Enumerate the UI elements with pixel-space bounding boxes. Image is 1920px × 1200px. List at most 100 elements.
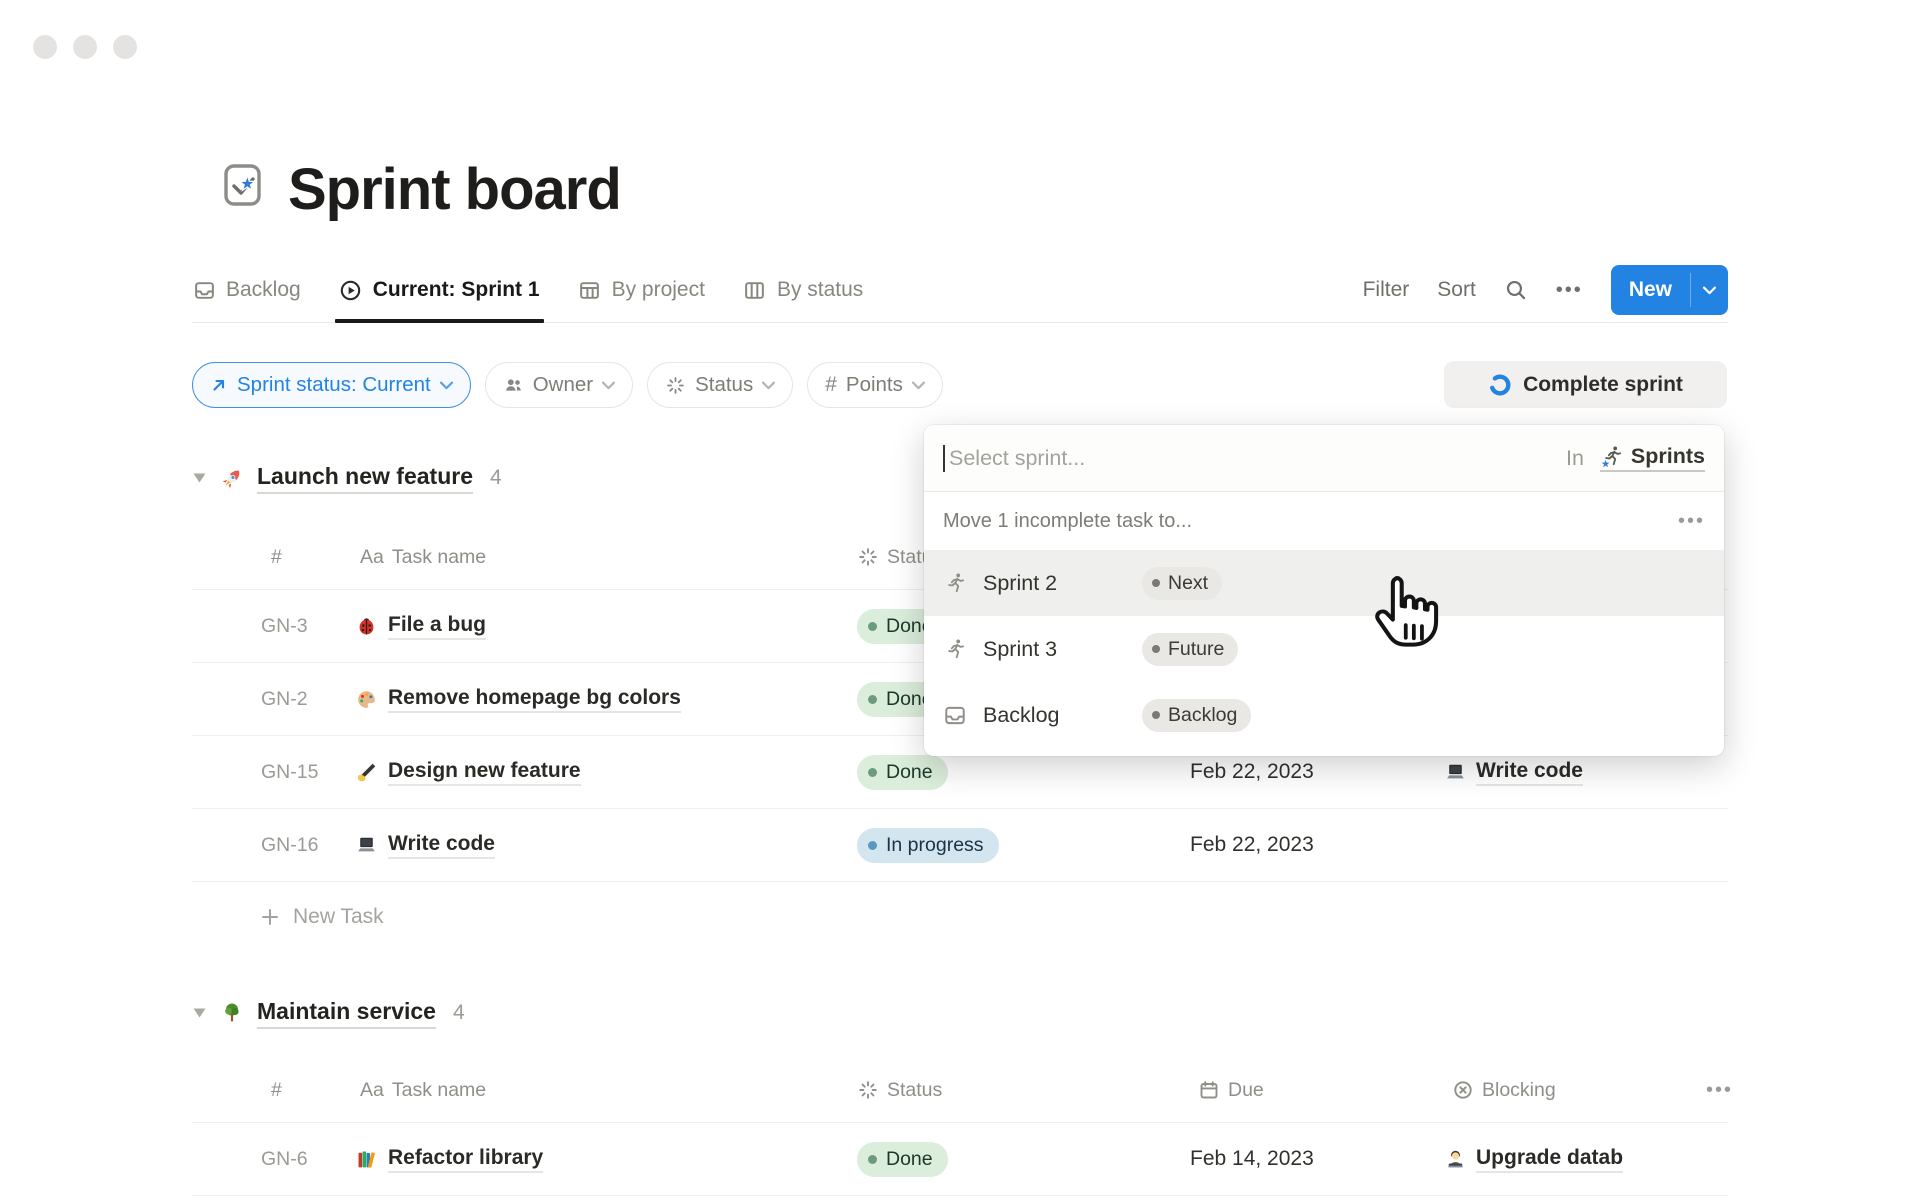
laptop-emoji bbox=[354, 833, 378, 857]
chevron-down-icon bbox=[912, 381, 925, 390]
tab-by-project[interactable]: By project bbox=[578, 258, 705, 322]
move-hint-row: Move 1 incomplete task to... ••• bbox=[924, 492, 1724, 550]
refresh-circle-icon bbox=[1488, 373, 1512, 397]
task-title-link[interactable]: File a bug bbox=[388, 613, 486, 640]
laptop-emoji bbox=[1443, 760, 1467, 784]
task-id: GN-15 bbox=[261, 736, 353, 808]
spinner-icon bbox=[665, 375, 686, 396]
chevron-down-icon bbox=[762, 381, 775, 390]
status-cell[interactable]: Done bbox=[857, 1123, 1187, 1195]
arrow-up-right-icon bbox=[210, 376, 228, 394]
complete-sprint-button[interactable]: Complete sprint bbox=[1444, 361, 1727, 408]
owner-filter-chip[interactable]: Owner bbox=[485, 362, 633, 408]
group-title[interactable]: Maintain service bbox=[257, 998, 436, 1029]
play-circle-icon bbox=[339, 278, 363, 302]
sprint-tag: Next bbox=[1142, 567, 1222, 600]
runner-icon bbox=[943, 637, 967, 661]
new-button[interactable]: New bbox=[1611, 265, 1690, 315]
new-button-group: New bbox=[1611, 265, 1728, 315]
people-icon bbox=[503, 375, 524, 396]
task-id: GN-2 bbox=[261, 663, 353, 735]
column-due[interactable]: Due bbox=[1198, 1058, 1264, 1122]
tab-current-sprint[interactable]: Current: Sprint 1 bbox=[339, 258, 540, 322]
sprint-board-page: Sprint board Backlog Current: Sprint 1 B… bbox=[0, 0, 1920, 1200]
group-title[interactable]: Launch new feature bbox=[257, 463, 473, 494]
column-task-name[interactable]: AaTask name bbox=[360, 1058, 486, 1122]
more-columns-icon[interactable]: ••• bbox=[1706, 1058, 1733, 1122]
window-close-button[interactable] bbox=[33, 35, 57, 59]
runner-icon bbox=[943, 571, 967, 595]
task-title-link[interactable]: Refactor library bbox=[388, 1146, 543, 1173]
option-sprint-2[interactable]: Sprint 2 Next bbox=[924, 550, 1724, 616]
technologist-emoji bbox=[1443, 1147, 1467, 1171]
palette-emoji bbox=[354, 687, 378, 711]
move-sprint-dropdown: In Sprints Move 1 incomplete task to... … bbox=[924, 425, 1724, 756]
board-columns-icon bbox=[743, 278, 767, 302]
table-row[interactable]: GN-6 Refactor library Done Feb 14, 2023 … bbox=[192, 1123, 1728, 1196]
column-id[interactable]: # bbox=[271, 525, 282, 589]
table-row[interactable]: GN-16 Write code In progress Feb 22, 202… bbox=[192, 809, 1728, 882]
inbox-icon bbox=[192, 278, 216, 302]
sprint-search-input[interactable] bbox=[949, 446, 1552, 471]
due-cell[interactable]: Feb 22, 2023 bbox=[1190, 809, 1440, 881]
sprint-tag: Future bbox=[1142, 633, 1238, 666]
books-emoji bbox=[354, 1147, 378, 1171]
tree-emoji bbox=[220, 1001, 244, 1025]
rocket-emoji bbox=[220, 466, 244, 490]
lady-beetle-emoji bbox=[354, 614, 378, 638]
section-maintain-service: Maintain service 4 # AaTask name Status … bbox=[192, 990, 1728, 1196]
column-task-name[interactable]: AaTask name bbox=[360, 525, 486, 589]
table-icon bbox=[578, 278, 602, 302]
points-filter-chip[interactable]: # Points bbox=[807, 362, 943, 408]
plus-icon bbox=[261, 908, 279, 926]
option-sprint-3[interactable]: Sprint 3 Future bbox=[924, 616, 1724, 682]
writing-hand-emoji bbox=[354, 760, 378, 784]
column-blocking[interactable]: Blocking bbox=[1452, 1058, 1556, 1122]
new-task-button[interactable]: New Task bbox=[192, 882, 1728, 952]
window-zoom-button[interactable] bbox=[113, 35, 137, 59]
more-options-icon[interactable]: ••• bbox=[1556, 279, 1583, 302]
inbox-icon bbox=[943, 703, 967, 727]
window-minimize-button[interactable] bbox=[73, 35, 97, 59]
hash-icon: # bbox=[825, 373, 837, 397]
blocked-circle-icon bbox=[1452, 1079, 1474, 1101]
column-status[interactable]: Status bbox=[857, 1058, 942, 1122]
option-backlog[interactable]: Backlog Backlog bbox=[924, 682, 1724, 748]
status-filter-chip[interactable]: Status bbox=[647, 362, 793, 408]
chevron-down-icon bbox=[440, 381, 453, 390]
collapse-toggle-icon[interactable] bbox=[192, 472, 207, 484]
table-header-row: # AaTask name Status Due Blocking ••• bbox=[192, 1058, 1728, 1123]
sprint-tag: Backlog bbox=[1142, 699, 1251, 732]
dropdown-more-icon[interactable]: ••• bbox=[1678, 510, 1705, 533]
checkbox-star-icon[interactable] bbox=[222, 162, 274, 218]
new-button-caret[interactable] bbox=[1691, 265, 1728, 315]
task-title-link[interactable]: Remove homepage bg colors bbox=[388, 686, 681, 713]
sprint-search-row: In Sprints bbox=[924, 425, 1724, 492]
filter-button[interactable]: Filter bbox=[1363, 278, 1410, 302]
status-cell[interactable]: In progress bbox=[857, 809, 1187, 881]
column-id[interactable]: # bbox=[271, 1058, 282, 1122]
group-count: 4 bbox=[490, 466, 502, 490]
view-tabs: Backlog Current: Sprint 1 By project By … bbox=[192, 258, 1728, 323]
filter-bar: Sprint status: Current Owner Status # Po… bbox=[192, 362, 943, 408]
runner-star-icon bbox=[1600, 445, 1624, 469]
page-title[interactable]: Sprint board bbox=[288, 156, 621, 223]
tab-backlog[interactable]: Backlog bbox=[192, 258, 301, 322]
collapse-toggle-icon[interactable] bbox=[192, 1007, 207, 1019]
spinner-icon bbox=[857, 1079, 879, 1101]
due-cell[interactable]: Feb 14, 2023 bbox=[1190, 1123, 1440, 1195]
task-title-link[interactable]: Write code bbox=[388, 832, 495, 859]
sort-button[interactable]: Sort bbox=[1437, 278, 1476, 302]
task-id: GN-6 bbox=[261, 1123, 353, 1195]
in-label: In bbox=[1566, 446, 1584, 471]
task-title-link[interactable]: Design new feature bbox=[388, 759, 581, 786]
task-id: GN-3 bbox=[261, 590, 353, 662]
sprints-database-link[interactable]: Sprints bbox=[1600, 444, 1705, 472]
text-caret bbox=[943, 445, 945, 472]
blocking-cell[interactable]: Upgrade datab bbox=[1443, 1123, 1698, 1195]
group-count: 4 bbox=[453, 1001, 465, 1025]
tab-by-status[interactable]: By status bbox=[743, 258, 863, 322]
sprint-status-filter-chip[interactable]: Sprint status: Current bbox=[192, 362, 471, 408]
spinner-icon bbox=[857, 546, 879, 568]
search-icon[interactable] bbox=[1504, 278, 1528, 302]
